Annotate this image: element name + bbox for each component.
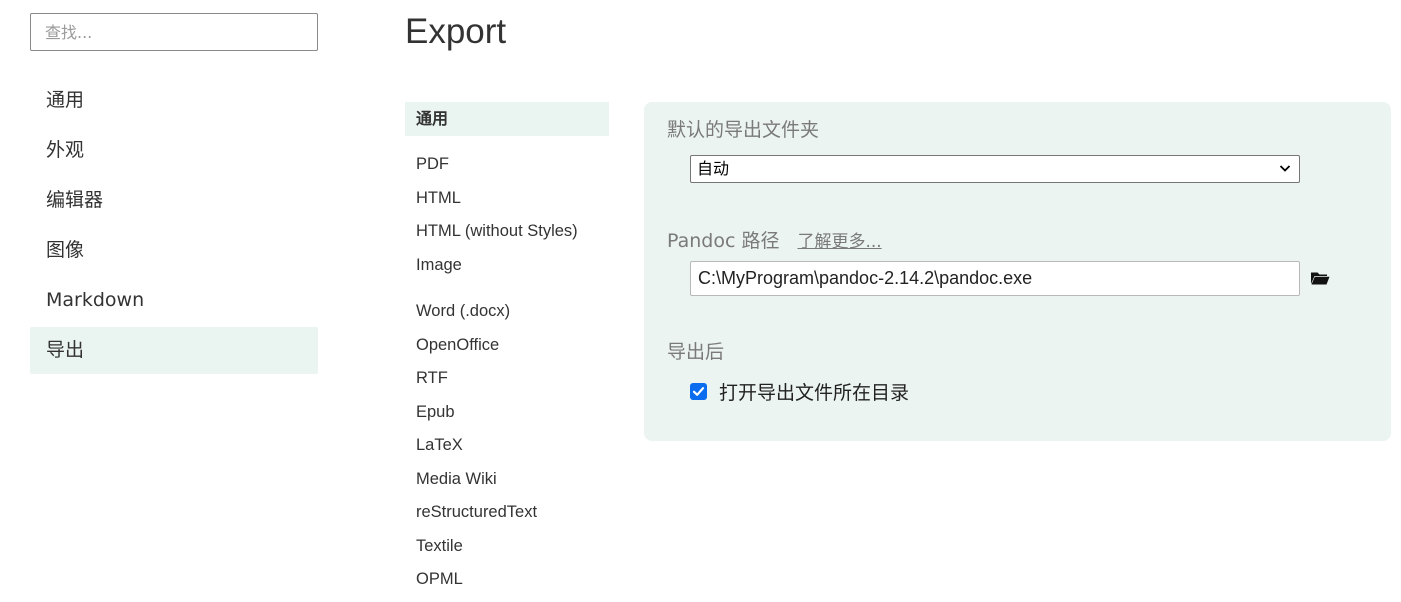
- subnav-item-media-wiki[interactable]: Media Wiki: [405, 463, 609, 497]
- pandoc-path-label: Pandoc 路径: [667, 230, 780, 252]
- search-input[interactable]: [30, 13, 318, 51]
- learn-more-link[interactable]: 了解更多...: [797, 232, 881, 252]
- sidebar-item-appearance[interactable]: 外观: [30, 127, 318, 174]
- subnav-item-html-without-styles[interactable]: HTML (without Styles): [405, 215, 609, 249]
- sidebar-item-image[interactable]: 图像: [30, 227, 318, 274]
- subnav-item-general[interactable]: 通用: [405, 102, 609, 136]
- sidebar-item-editor[interactable]: 编辑器: [30, 177, 318, 224]
- sidebar-item-markdown[interactable]: Markdown: [30, 277, 318, 324]
- open-folder-checkbox[interactable]: [690, 383, 707, 400]
- sidebar-item-export[interactable]: 导出: [30, 327, 318, 374]
- chevron-down-icon: [1279, 165, 1291, 172]
- subnav-item-textile[interactable]: Textile: [405, 530, 609, 564]
- subnav-item-pdf[interactable]: PDF: [405, 148, 609, 182]
- subnav-item-latex[interactable]: LaTeX: [405, 429, 609, 463]
- subnav-item-openoffice[interactable]: OpenOffice: [405, 329, 609, 363]
- open-folder-checkbox-label: 打开导出文件所在目录: [719, 382, 910, 404]
- open-folder-option: 打开导出文件所在目录: [690, 378, 909, 405]
- sidebar-nav: 通用 外观 编辑器 图像 Markdown 导出: [30, 77, 318, 374]
- subnav-item-epub[interactable]: Epub: [405, 396, 609, 430]
- sidebar: 通用 外观 编辑器 图像 Markdown 导出: [30, 13, 318, 377]
- pandoc-path-input[interactable]: [690, 261, 1300, 296]
- page-title: Export: [405, 12, 507, 51]
- sidebar-item-general[interactable]: 通用: [30, 77, 318, 124]
- subnav-item-rtf[interactable]: RTF: [405, 362, 609, 396]
- subnav-item-restructuredtext[interactable]: reStructuredText: [405, 496, 609, 530]
- checkmark-icon: [692, 387, 705, 396]
- subnav-item-image[interactable]: Image: [405, 249, 609, 283]
- subnav-item-opml[interactable]: OPML: [405, 563, 609, 597]
- after-export-label: 导出后: [667, 341, 725, 363]
- folder-icon[interactable]: [1310, 268, 1330, 288]
- default-folder-select[interactable]: 自动: [690, 155, 1300, 183]
- default-folder-label: 默认的导出文件夹: [667, 119, 820, 141]
- subnav-item-html[interactable]: HTML: [405, 182, 609, 216]
- export-format-list: 通用 PDF HTML HTML (without Styles) Image …: [405, 102, 609, 597]
- default-folder-select-value: 自动: [697, 159, 730, 178]
- pandoc-path-row: Pandoc 路径 了解更多...: [667, 226, 882, 253]
- subnav-item-word[interactable]: Word (.docx): [405, 295, 609, 329]
- subnav-divider: [405, 282, 609, 295]
- export-settings-panel: 默认的导出文件夹 自动 Pandoc 路径了解更多... 导出后 打开导出文件所…: [644, 102, 1391, 441]
